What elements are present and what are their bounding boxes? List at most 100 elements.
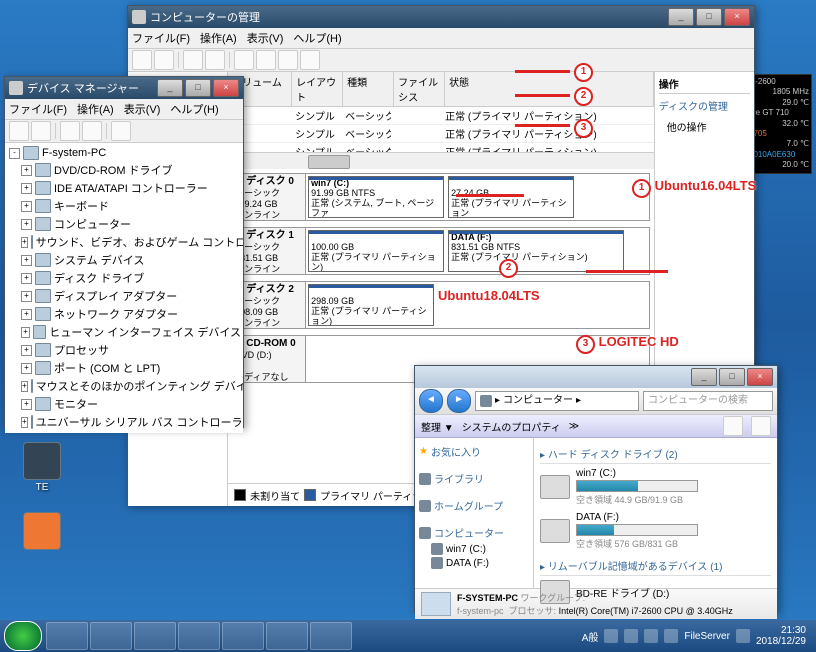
volume-list[interactable]: ボリューム レイアウト 種類 ファイル シス 状態 ⊜ シンプルベーシック正常 … bbox=[228, 72, 654, 152]
tray-icon[interactable] bbox=[664, 629, 678, 643]
tray-icon[interactable] bbox=[604, 629, 618, 643]
partition[interactable]: win7 (C:)91.99 GB NTFS正常 (システム, ブート, ページ… bbox=[308, 176, 444, 218]
taskbar-item[interactable] bbox=[46, 622, 88, 650]
tree-root[interactable]: F-system-PC bbox=[42, 147, 106, 159]
help-button[interactable] bbox=[751, 416, 771, 436]
address-bar[interactable]: ▸コンピューター▸ bbox=[475, 391, 639, 411]
menu-view[interactable]: 表示(V) bbox=[124, 101, 161, 117]
taskbar-item[interactable] bbox=[90, 622, 132, 650]
tool-button[interactable] bbox=[60, 121, 80, 141]
nav-pane[interactable]: ★お気に入り ライブラリ ホームグループ コンピューター win7 (C:) D… bbox=[415, 438, 534, 588]
minimize-button[interactable]: _ bbox=[668, 8, 694, 26]
desktop-icon[interactable] bbox=[18, 512, 66, 552]
partition[interactable]: DATA (F:)831.51 GB NTFS正常 (プライマリ パーティション… bbox=[448, 230, 624, 272]
start-button[interactable] bbox=[4, 621, 42, 651]
menu-action[interactable]: 操作(A) bbox=[77, 101, 114, 117]
device-node[interactable]: +サウンド、ビデオ、およびゲーム コントローラー bbox=[7, 233, 241, 251]
menu-view[interactable]: 表示(V) bbox=[247, 30, 284, 46]
expand-icon[interactable]: + bbox=[21, 327, 30, 338]
desktop-icon[interactable]: TE bbox=[18, 442, 66, 493]
expand-icon[interactable]: + bbox=[21, 363, 32, 374]
taskbar-item[interactable] bbox=[222, 622, 264, 650]
volume-row[interactable]: ⊜ シンプルベーシック正常 (プライマリ パーティション) bbox=[228, 143, 654, 152]
partition[interactable]: 27.24 GB正常 (プライマリ パーティション bbox=[448, 176, 574, 218]
expand-icon[interactable]: + bbox=[21, 255, 32, 266]
taskbar-item[interactable] bbox=[266, 622, 308, 650]
scroll-thumb[interactable] bbox=[308, 155, 350, 169]
titlebar[interactable]: デバイス マネージャー _ □ × bbox=[5, 77, 243, 99]
titlebar[interactable]: コンピューターの管理 _ □ × bbox=[128, 6, 754, 28]
device-node[interactable]: +ネットワーク アダプター bbox=[7, 305, 241, 323]
tool-button[interactable] bbox=[234, 50, 254, 70]
forward-button[interactable]: ► bbox=[447, 389, 471, 413]
device-tree[interactable]: -F-system-PC +DVD/CD-ROM ドライブ+IDE ATA/AT… bbox=[5, 143, 243, 433]
device-node[interactable]: +ディスプレイ アダプター bbox=[7, 287, 241, 305]
back-button[interactable] bbox=[132, 50, 152, 70]
expand-icon[interactable]: + bbox=[21, 381, 28, 392]
action-more[interactable]: 他の操作 bbox=[659, 117, 750, 136]
menu-help[interactable]: ヘルプ(H) bbox=[293, 30, 341, 46]
nav-drive-f[interactable]: DATA (F:) bbox=[419, 556, 529, 570]
forward-button[interactable] bbox=[31, 121, 51, 141]
expand-icon[interactable]: + bbox=[21, 417, 28, 428]
device-node[interactable]: +プロセッサ bbox=[7, 341, 241, 359]
tool-button[interactable] bbox=[111, 121, 131, 141]
drive-item[interactable]: win7 (C:)空き領域 44.9 GB/91.9 GB bbox=[540, 468, 771, 506]
search-input[interactable]: コンピューターの検索 bbox=[643, 391, 773, 411]
close-button[interactable]: × bbox=[747, 368, 773, 386]
maximize-button[interactable]: □ bbox=[696, 8, 722, 26]
volume-row[interactable]: ⊜ シンプルベーシック正常 (プライマリ パーティション) bbox=[228, 125, 654, 143]
expand-icon[interactable]: + bbox=[21, 399, 32, 410]
expand-icon[interactable]: + bbox=[21, 183, 32, 194]
nav-drive-c[interactable]: win7 (C:) bbox=[419, 542, 529, 556]
col-status[interactable]: 状態 bbox=[445, 72, 654, 106]
clock-time[interactable]: 21:30 bbox=[756, 625, 806, 636]
disk-row[interactable]: ⊜ ディスク 2ベーシック298.09 GBオンライン298.09 GB正常 (… bbox=[232, 281, 650, 329]
expand-icon[interactable]: + bbox=[21, 201, 32, 212]
nav-homegroup[interactable]: ホームグループ bbox=[419, 496, 529, 515]
expand-icon[interactable]: + bbox=[21, 273, 32, 284]
device-node[interactable]: +ユニバーサル シリアル バス コントローラー bbox=[7, 413, 241, 431]
expand-icon[interactable]: + bbox=[21, 237, 28, 248]
menu-action[interactable]: 操作(A) bbox=[200, 30, 237, 46]
forward-button[interactable] bbox=[154, 50, 174, 70]
clock-date[interactable]: 2018/12/29 bbox=[756, 636, 806, 647]
tool-button[interactable] bbox=[278, 50, 298, 70]
titlebar[interactable]: _ □ × bbox=[415, 366, 777, 388]
close-button[interactable]: × bbox=[213, 79, 239, 97]
minimize-button[interactable]: _ bbox=[691, 368, 717, 386]
maximize-button[interactable]: □ bbox=[185, 79, 211, 97]
menu-file[interactable]: ファイル(F) bbox=[132, 30, 190, 46]
expand-icon[interactable]: + bbox=[21, 219, 32, 230]
menu-file[interactable]: ファイル(F) bbox=[9, 101, 67, 117]
tool-button[interactable] bbox=[300, 50, 320, 70]
device-node[interactable]: +モニター bbox=[7, 395, 241, 413]
device-node[interactable]: +システム デバイス bbox=[7, 251, 241, 269]
nav-computer[interactable]: コンピューター bbox=[419, 523, 529, 542]
ime-indicator[interactable]: A般 bbox=[582, 629, 599, 644]
close-button[interactable]: × bbox=[724, 8, 750, 26]
section-removable[interactable]: ▸ リムーバブル記憶域があるデバイス (1) bbox=[540, 556, 771, 576]
tool-button[interactable] bbox=[205, 50, 225, 70]
disk-row[interactable]: ⊜ ディスク 1ベーシック931.51 GBオンライン100.00 GB正常 (… bbox=[232, 227, 650, 275]
device-node[interactable]: +ディスク ドライブ bbox=[7, 269, 241, 287]
nav-favorites[interactable]: ★お気に入り bbox=[419, 442, 529, 461]
device-node[interactable]: +コンピューター bbox=[7, 215, 241, 233]
tray-icon[interactable] bbox=[644, 629, 658, 643]
tool-button[interactable] bbox=[256, 50, 276, 70]
device-node[interactable]: +ヒューマン インターフェイス デバイス bbox=[7, 323, 241, 341]
action-diskmgmt[interactable]: ディスクの管理 bbox=[659, 94, 750, 117]
back-button[interactable] bbox=[9, 121, 29, 141]
back-button[interactable]: ◄ bbox=[419, 389, 443, 413]
hscrollbar[interactable] bbox=[228, 152, 654, 169]
menu-help[interactable]: ヘルプ(H) bbox=[170, 101, 218, 117]
volume-row[interactable]: ⊜ シンプルベーシック正常 (プライマリ パーティション) bbox=[228, 107, 654, 125]
tray-icon[interactable] bbox=[624, 629, 638, 643]
expand-icon[interactable]: + bbox=[21, 309, 32, 320]
col-fs[interactable]: ファイル シス bbox=[394, 72, 445, 106]
device-node[interactable]: +マウスとそのほかのポインティング デバイス bbox=[7, 377, 241, 395]
partition[interactable]: 298.09 GB正常 (プライマリ パーティション) bbox=[308, 284, 434, 326]
minimize-button[interactable]: _ bbox=[157, 79, 183, 97]
content-pane[interactable]: ▸ ハード ディスク ドライブ (2) win7 (C:)空き領域 44.9 G… bbox=[534, 438, 777, 588]
system-properties[interactable]: システムのプロパティ bbox=[462, 419, 561, 434]
